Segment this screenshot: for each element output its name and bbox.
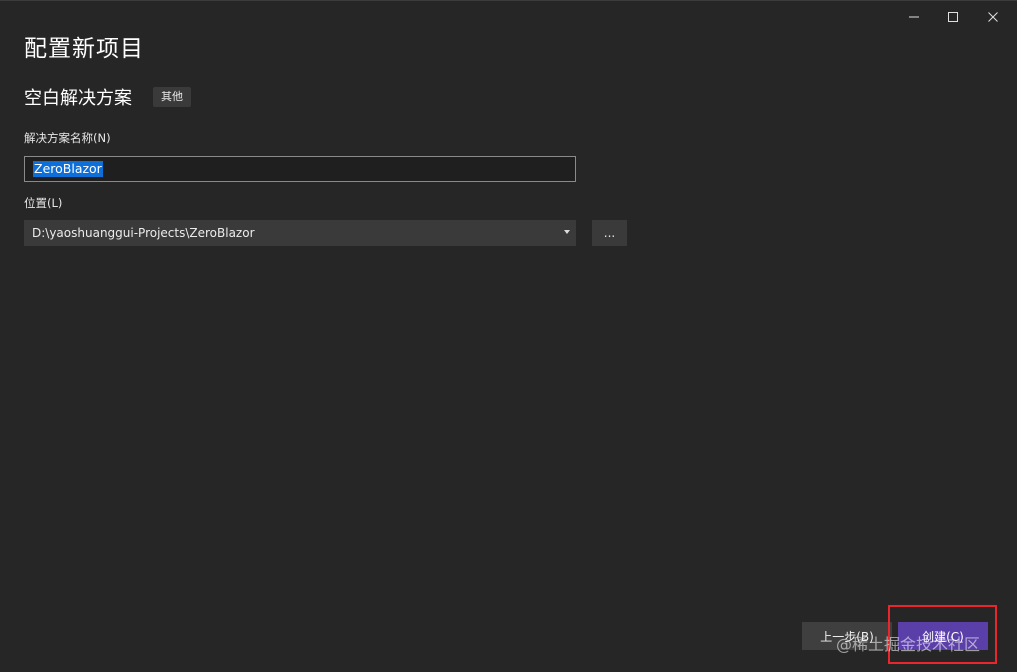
maximize-button[interactable] [933, 3, 973, 31]
close-button[interactable] [973, 3, 1013, 31]
back-button[interactable]: 上一步(B) [802, 622, 892, 650]
template-tag-badge: 其他 [153, 87, 191, 107]
solution-name-input[interactable]: ZeroBlazor [24, 156, 576, 182]
create-button[interactable]: 创建(C) [898, 622, 988, 650]
configure-project-dialog: 配置新项目 空白解决方案 其他 解决方案名称(N) ZeroBlazor 位置(… [0, 0, 1017, 672]
solution-name-value: ZeroBlazor [33, 161, 103, 177]
minimize-icon [909, 16, 919, 18]
dropdown-arrow-icon[interactable] [564, 230, 570, 234]
maximize-icon [948, 12, 958, 22]
solution-name-label: 解决方案名称(N) [24, 131, 111, 145]
browse-button[interactable]: ... [592, 220, 627, 246]
location-value: D:\yaoshuanggui-Projects\ZeroBlazor [32, 226, 255, 240]
close-icon [988, 12, 998, 22]
location-combobox[interactable]: D:\yaoshuanggui-Projects\ZeroBlazor [24, 220, 576, 246]
page-title: 配置新项目 [24, 36, 144, 62]
minimize-button[interactable] [894, 3, 934, 31]
template-name: 空白解决方案 [24, 88, 132, 109]
location-label: 位置(L) [24, 196, 63, 210]
